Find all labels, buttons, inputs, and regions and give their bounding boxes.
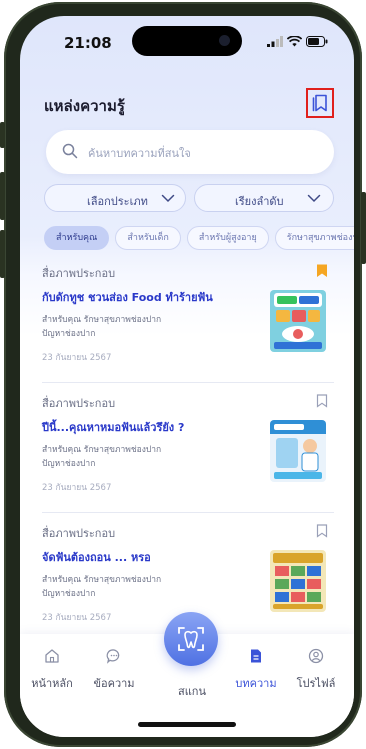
chip-for-you[interactable]: สำหรับคุณ [44,226,110,250]
sort-dropdown[interactable]: เรียงลำดับ [194,184,334,212]
article-category: สื่อภาพประกอบ [42,527,116,540]
mute-switch [0,122,5,148]
nav-home[interactable]: หน้าหลัก [22,648,82,692]
article-date: 23 กันยายน 2567 [42,353,112,363]
nav-profile-label: โปรไฟล์ [296,677,336,690]
profile-icon [308,648,324,664]
search-input[interactable]: ค้นหาบทความที่สนใจ [88,144,191,162]
article-tag-secondary: ปัญหาช่องปาก [42,329,96,339]
nav-scan-label: สแกน [178,685,206,698]
article-tag-secondary: ปัญหาช่องปาก [42,589,96,599]
home-icon [45,649,59,663]
article-thumbnail [270,420,326,482]
bookmarks-icon [312,94,327,112]
article-tag-secondary: ปัญหาช่องปาก [42,459,96,469]
bookmark-filled-icon[interactable] [316,264,328,278]
nav-messages-label: ข้อความ [93,677,135,690]
scan-button[interactable] [164,612,218,666]
article-tags: สำหรับคุณ รักษาสุขภาพช่องปาก [42,575,162,585]
chip-for-kids[interactable]: สำหรับเด็ก [115,226,181,250]
article-title: จัดฟันต้องถอน ... หรอ [42,551,151,564]
document-icon [251,649,261,663]
category-chip-row: สำหรับคุณ สำหรับเด็ก สำหรับผู้สูงอายุ รั… [44,226,354,250]
article-card[interactable]: สื่อภาพประกอบ ปีนี้...คุณหาหมอฟันแล้วรึย… [42,394,334,518]
battery-icon [306,36,328,47]
article-thumbnail [270,290,326,352]
article-date: 23 กันยายน 2567 [42,483,112,493]
category-dropdown-label: เลือกประเภท [87,195,148,208]
saved-articles-button[interactable] [306,88,334,118]
nav-profile[interactable]: โปรไฟล์ [286,648,346,692]
article-title: กับดักทูช ชวนส่อง Food ทำร้ายฟัน [42,291,213,304]
chat-icon [106,649,120,664]
status-time: 21:08 [64,34,112,52]
nav-messages[interactable]: ข้อความ [84,648,144,692]
bookmark-outline-icon[interactable] [316,394,328,408]
signal-icon [267,36,283,47]
page-title: แหล่งความรู้ [44,97,125,115]
chip-for-elderly[interactable]: สำหรับผู้สูงอายุ [186,226,269,250]
app-screen: 21:08 แหล่งความรู้ ค้นหาบทความที่สนใจ เล… [20,16,354,737]
chevron-down-icon [307,194,321,203]
bookmark-outline-icon[interactable] [316,524,328,538]
chip-oral-care[interactable]: รักษาสุขภาพช่องปาก [274,226,354,250]
sort-dropdown-label: เรียงลำดับ [235,195,284,208]
nav-articles[interactable]: บทความ [226,648,286,692]
article-card[interactable]: สื่อภาพประกอบ กับดักทูช ชวนส่อง Food ทำร… [42,264,334,388]
nav-articles-label: บทความ [235,677,277,690]
article-tags: สำหรับคุณ รักษาสุขภาพช่องปาก [42,445,162,455]
nav-scan[interactable]: สแกน [162,682,222,700]
article-tags: สำหรับคุณ รักษาสุขภาพช่องปาก [42,315,162,325]
power-button [361,192,366,264]
divider [42,382,334,383]
tooth-scan-icon [178,627,204,651]
article-date: 23 กันยายน 2567 [42,613,112,623]
nav-home-label: หน้าหลัก [31,677,73,690]
article-category: สื่อภาพประกอบ [42,267,116,280]
category-dropdown[interactable]: เลือกประเภท [44,184,186,212]
volume-down-button [0,230,5,278]
wifi-icon [287,36,302,47]
status-bar: 21:08 [20,34,354,54]
article-thumbnail [270,550,326,612]
divider [42,512,334,513]
home-indicator [138,722,236,727]
article-category: สื่อภาพประกอบ [42,397,116,410]
article-title: ปีนี้...คุณหาหมอฟันแล้วรึยัง ? [42,421,185,434]
status-icons [267,36,328,47]
volume-up-button [0,172,5,220]
search-icon [62,143,78,159]
search-bar[interactable]: ค้นหาบทความที่สนใจ [46,130,334,174]
chevron-down-icon [161,194,175,203]
phone-frame: 21:08 แหล่งความรู้ ค้นหาบทความที่สนใจ เล… [0,2,366,747]
